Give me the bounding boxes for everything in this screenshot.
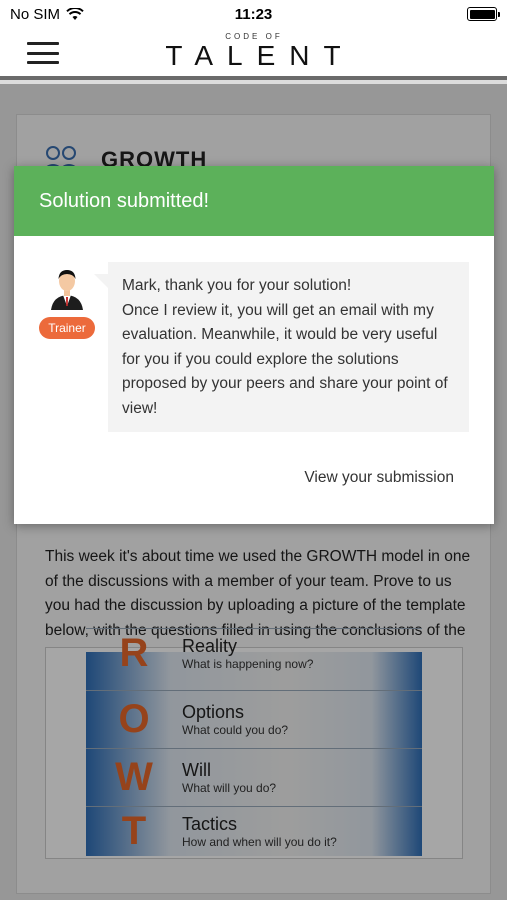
dialog-title: Solution submitted!: [39, 189, 210, 212]
logo-big-text: TALENT: [165, 40, 355, 71]
battery-icon: [467, 7, 500, 21]
dialog-header: Solution submitted!: [14, 166, 494, 236]
hamburger-icon-line: [27, 42, 59, 45]
trainer-avatar-block: Trainer: [38, 266, 96, 339]
trainer-avatar-icon: [51, 270, 83, 310]
status-bar: No SIM 11:23: [0, 0, 507, 28]
carrier-label: No SIM: [10, 5, 61, 23]
message-greeting: Mark, thank you for your solution!: [122, 277, 352, 294]
status-left: No SIM: [10, 6, 84, 23]
solution-submitted-dialog: Solution submitted! Trainer Mark, thank …: [14, 166, 494, 524]
app-header: CODE OF TALENT: [0, 28, 507, 80]
menu-button[interactable]: [27, 42, 59, 64]
trainer-message-bubble: Mark, thank you for your solution! Once …: [94, 262, 469, 432]
hamburger-icon-line: [27, 61, 59, 64]
logo: CODE OF TALENT: [140, 32, 368, 72]
trainer-badge: Trainer: [39, 317, 95, 339]
hamburger-icon-line: [27, 51, 59, 55]
view-submission-link[interactable]: View your submission: [304, 469, 454, 487]
wifi-icon: [66, 7, 84, 20]
message-body: Once I review it, you will get an email …: [122, 301, 448, 417]
